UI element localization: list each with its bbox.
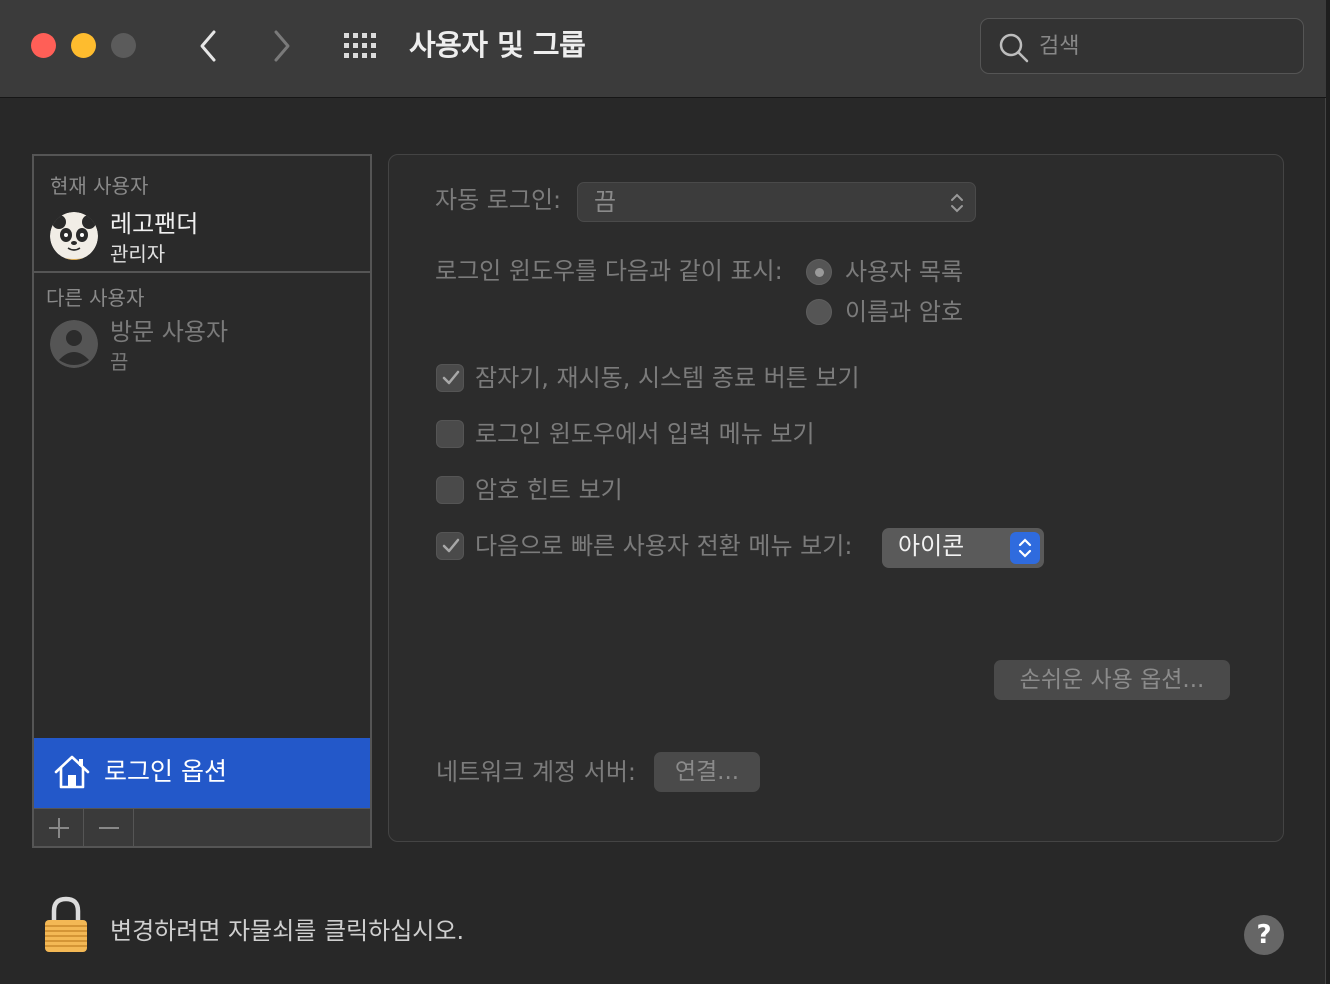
auto-login-label: 자동 로그인:	[435, 186, 562, 214]
sidebar-footer	[34, 808, 370, 847]
up-down-chevron-icon	[1018, 538, 1032, 558]
checkbox-show-power-buttons-label: 잠자기, 재시동, 시스템 종료 버튼 보기	[475, 364, 860, 392]
guest-user-name: 방문 사용자	[110, 318, 229, 346]
plus-icon	[48, 818, 69, 838]
login-options-panel: 자동 로그인: 끔 로그인 윈도우를 다음과 같이 표시: 사용자 목록 이름과…	[388, 154, 1284, 842]
checkmark-icon	[442, 538, 460, 553]
guest-user-status: 끔	[110, 350, 129, 374]
minimize-window-button[interactable]	[71, 33, 96, 58]
other-users-section-label: 다른 사용자	[46, 286, 145, 310]
popup-stepper	[1010, 532, 1040, 564]
forward-button[interactable]	[262, 24, 302, 68]
up-down-chevron-icon	[951, 193, 963, 213]
chevron-left-icon	[200, 30, 216, 62]
checkbox-fast-user-switching[interactable]	[436, 532, 464, 560]
house-icon	[54, 755, 90, 789]
search-icon	[999, 33, 1029, 63]
current-user-section-label: 현재 사용자	[50, 174, 149, 198]
panda-avatar	[50, 212, 98, 260]
radio-user-list[interactable]	[806, 259, 832, 285]
network-account-server-label: 네트워크 계정 서버:	[436, 758, 636, 786]
checkbox-show-input-menu-label: 로그인 윈도우에서 입력 메뉴 보기	[475, 420, 815, 448]
generic-user-icon	[50, 320, 98, 368]
search-input[interactable]	[1039, 29, 1289, 63]
auto-login-value: 끔	[594, 188, 617, 216]
guest-user-row[interactable]: 방문 사용자 끔	[34, 316, 370, 396]
add-user-button[interactable]	[34, 809, 84, 847]
checkbox-show-password-hints-label: 암호 힌트 보기	[475, 476, 623, 504]
current-user-name: 레고팬더	[110, 210, 199, 238]
back-button[interactable]	[188, 24, 228, 68]
zoom-window-button[interactable]	[111, 33, 136, 58]
sidebar-divider	[34, 271, 370, 273]
fast-switch-menu-value: 아이콘	[898, 532, 965, 560]
system-preferences-window: 사용자 및 그룹 현재 사용자	[0, 0, 1326, 984]
display-as-label: 로그인 윈도우를 다음과 같이 표시:	[435, 257, 783, 285]
search-field[interactable]	[980, 18, 1304, 74]
remove-user-button[interactable]	[84, 809, 134, 847]
minus-icon	[98, 827, 119, 829]
checkbox-fast-user-switching-label: 다음으로 빠른 사용자 전환 메뉴 보기:	[475, 532, 853, 560]
radio-name-and-password-label: 이름과 암호	[845, 298, 964, 326]
users-sidebar: 현재 사용자 레고팬더 관리자 다른 사용자 방문 사용자 끔 로그인 옵션	[32, 154, 372, 848]
lock-instruction-text: 변경하려면 자물쇠를 클릭하십시오.	[110, 917, 465, 945]
show-all-grid-icon[interactable]	[340, 29, 384, 63]
accessibility-options-button[interactable]: 손쉬운 사용 옵션...	[994, 660, 1230, 700]
lock-icon[interactable]	[42, 894, 90, 954]
radio-name-and-password[interactable]	[806, 299, 832, 325]
fast-switch-menu-popup[interactable]: 아이콘	[882, 528, 1044, 568]
checkbox-show-password-hints[interactable]	[436, 476, 464, 504]
window-title: 사용자 및 그룹	[409, 28, 586, 62]
title-bar: 사용자 및 그룹	[0, 0, 1326, 98]
sidebar-item-login-options[interactable]: 로그인 옵션	[34, 738, 370, 808]
auto-login-popup[interactable]: 끔	[577, 182, 976, 222]
connect-button[interactable]: 연결...	[654, 752, 760, 792]
checkmark-icon	[442, 370, 460, 385]
close-window-button[interactable]	[31, 33, 56, 58]
login-options-label: 로그인 옵션	[104, 757, 227, 786]
chevron-right-icon	[274, 30, 290, 62]
help-button[interactable]: ?	[1244, 915, 1284, 955]
checkbox-show-input-menu[interactable]	[436, 420, 464, 448]
current-user-row[interactable]: 레고팬더 관리자	[34, 208, 370, 288]
radio-user-list-label: 사용자 목록	[845, 258, 964, 286]
current-user-role: 관리자	[110, 242, 166, 266]
checkbox-show-power-buttons[interactable]	[436, 364, 464, 392]
